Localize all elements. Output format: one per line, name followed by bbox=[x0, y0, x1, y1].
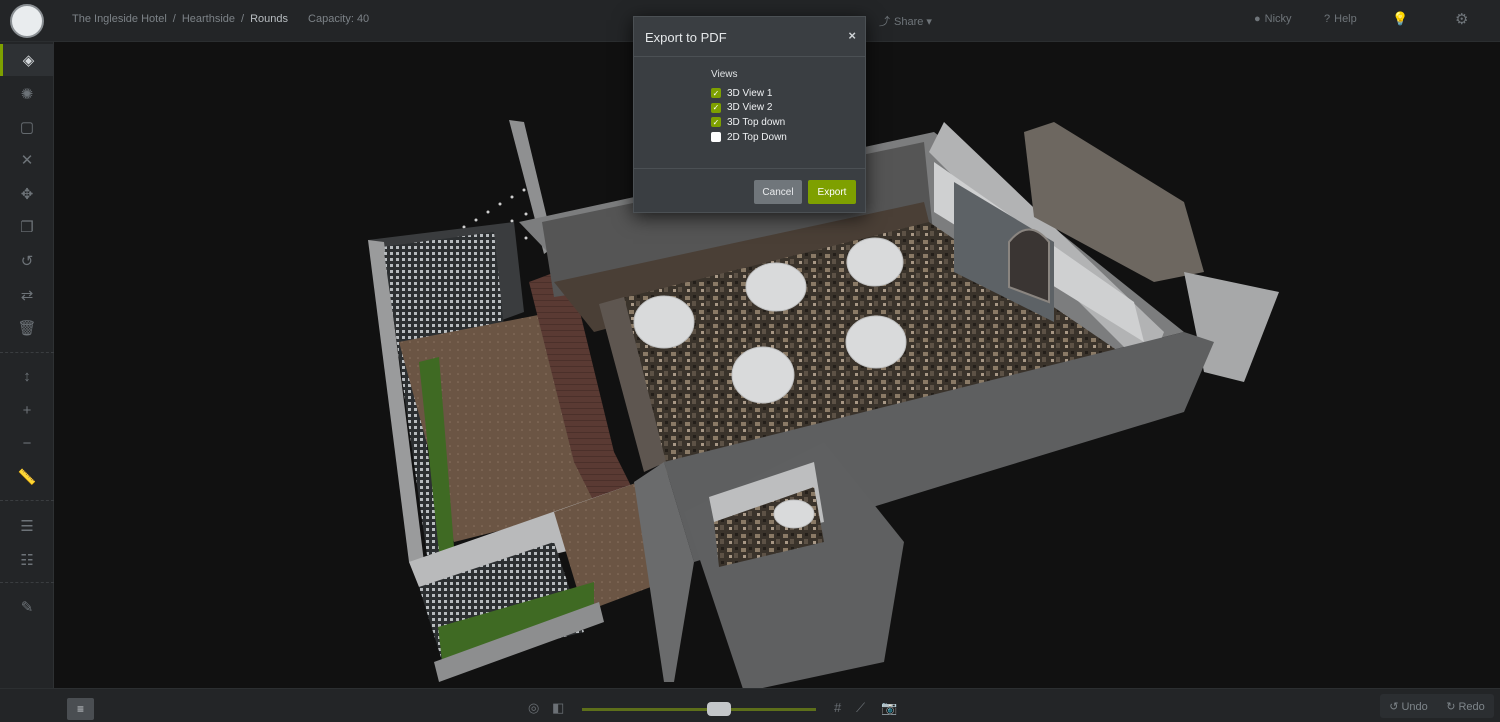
help-label: Help bbox=[1334, 13, 1357, 25]
bottom-bar: ≡ ◎ ◧ # ⟋ 📷 ↺ Undo ↻ Redo bbox=[0, 688, 1500, 722]
move-icon[interactable]: ✥ bbox=[0, 178, 54, 210]
views-group: Views ✓ 3D View 1 ✓ 3D View 2 ✓ 3D Top d… bbox=[711, 69, 787, 144]
undo-label: Undo bbox=[1401, 700, 1428, 713]
option-label: 2D Top Down bbox=[727, 131, 787, 143]
redo-button[interactable]: ↻ Redo bbox=[1446, 700, 1485, 713]
share-label: Share bbox=[894, 16, 924, 28]
dialog-header: Export to PDF × bbox=[634, 17, 865, 57]
target-icon[interactable]: ◎ bbox=[528, 700, 539, 716]
plus-icon[interactable]: + bbox=[0, 394, 54, 426]
minus-icon[interactable]: − bbox=[0, 427, 54, 459]
settings-gear-icon[interactable]: ⚙ bbox=[1455, 10, 1468, 28]
trash-icon[interactable]: 🗑 bbox=[0, 312, 54, 344]
edit-icon[interactable]: ✎ bbox=[0, 591, 54, 623]
align-top-icon[interactable]: ☰ bbox=[0, 510, 54, 542]
tool-sidebar: ◈ ✺ ▢ ✕ ✥ ❐ ↺ ⇄ 🗑 ↕ + − 📏 ☰ ☷ ✎ bbox=[0, 42, 54, 722]
height-icon[interactable]: ↕ bbox=[0, 360, 54, 392]
copy-icon[interactable]: ❐ bbox=[0, 211, 54, 243]
zoom-slider-track[interactable] bbox=[582, 708, 816, 711]
close-icon[interactable]: ✕ bbox=[0, 144, 54, 176]
user-icon: ● bbox=[1254, 13, 1261, 25]
export-pdf-dialog: Export to PDF × Views ✓ 3D View 1 ✓ 3D V… bbox=[633, 16, 866, 213]
help-link[interactable]: ? Help bbox=[1324, 13, 1357, 25]
breadcrumb-separator: / bbox=[241, 13, 245, 25]
option-2d-top-down[interactable]: 2D Top Down bbox=[711, 130, 787, 145]
grid-icon[interactable]: # bbox=[834, 700, 841, 715]
capacity-label: Capacity: 40 bbox=[308, 13, 370, 25]
swap-icon[interactable]: ⇄ bbox=[0, 279, 54, 311]
option-label: 3D Top down bbox=[727, 116, 786, 128]
option-label: 3D View 2 bbox=[727, 102, 773, 114]
breadcrumb-separator: / bbox=[172, 13, 176, 25]
cube-icon[interactable]: ◈ bbox=[0, 44, 54, 76]
redo-label: Redo bbox=[1458, 700, 1485, 713]
breadcrumb: The Ingleside Hotel / Hearthside / Round… bbox=[72, 13, 369, 25]
sidebar-divider bbox=[0, 582, 54, 583]
views-label: Views bbox=[711, 69, 738, 80]
frame-icon[interactable]: ▢ bbox=[0, 111, 54, 143]
cancel-button[interactable]: Cancel bbox=[754, 180, 802, 204]
frame-view-icon[interactable]: ◧ bbox=[552, 700, 564, 716]
checkbox-checked-icon[interactable]: ✓ bbox=[711, 102, 721, 113]
close-icon[interactable]: × bbox=[848, 28, 856, 43]
share-icon: ⤴ bbox=[879, 16, 890, 28]
breadcrumb-venue[interactable]: The Ingleside Hotel bbox=[72, 13, 167, 25]
help-icon: ? bbox=[1324, 13, 1331, 25]
share-menu[interactable]: ⤴ Share ▾ bbox=[879, 13, 932, 29]
align-middle-icon[interactable]: ☷ bbox=[0, 544, 54, 576]
layers-icon[interactable]: ≡ bbox=[67, 698, 94, 720]
export-button[interactable]: Export bbox=[808, 180, 856, 204]
sun-icon[interactable]: ✺ bbox=[0, 78, 54, 110]
option-3d-top-down[interactable]: ✓ 3D Top down bbox=[711, 115, 787, 130]
dialog-footer: Cancel Export bbox=[634, 168, 865, 213]
rotate-icon[interactable]: ↺ bbox=[0, 245, 54, 277]
undo-redo-group: ↺ Undo ↻ Redo bbox=[1380, 694, 1494, 718]
lightbulb-icon[interactable]: 💡 bbox=[1392, 11, 1408, 27]
breadcrumb-layout: Rounds bbox=[250, 13, 289, 25]
user-name: Nicky bbox=[1264, 13, 1292, 25]
user-menu[interactable]: ● Nicky bbox=[1254, 13, 1292, 25]
camera-icon[interactable]: 📷 bbox=[881, 700, 897, 716]
option-3d-view-1[interactable]: ✓ 3D View 1 bbox=[711, 86, 787, 101]
sidebar-divider bbox=[0, 352, 54, 353]
option-label: 3D View 1 bbox=[727, 87, 773, 99]
checkbox-checked-icon[interactable]: ✓ bbox=[711, 88, 721, 99]
app-logo[interactable] bbox=[10, 4, 44, 38]
sidebar-divider bbox=[0, 500, 54, 501]
ruler-icon[interactable]: ⟋ bbox=[856, 700, 865, 716]
breadcrumb-room[interactable]: Hearthside bbox=[182, 13, 235, 25]
zoom-slider-thumb[interactable] bbox=[707, 702, 731, 716]
checkbox-unchecked-icon[interactable] bbox=[711, 132, 721, 143]
undo-button[interactable]: ↺ Undo bbox=[1389, 700, 1428, 713]
ruler-icon[interactable]: 📏 bbox=[0, 461, 54, 493]
dialog-title: Export to PDF bbox=[645, 30, 727, 45]
checkbox-checked-icon[interactable]: ✓ bbox=[711, 117, 721, 128]
option-3d-view-2[interactable]: ✓ 3D View 2 bbox=[711, 101, 787, 116]
